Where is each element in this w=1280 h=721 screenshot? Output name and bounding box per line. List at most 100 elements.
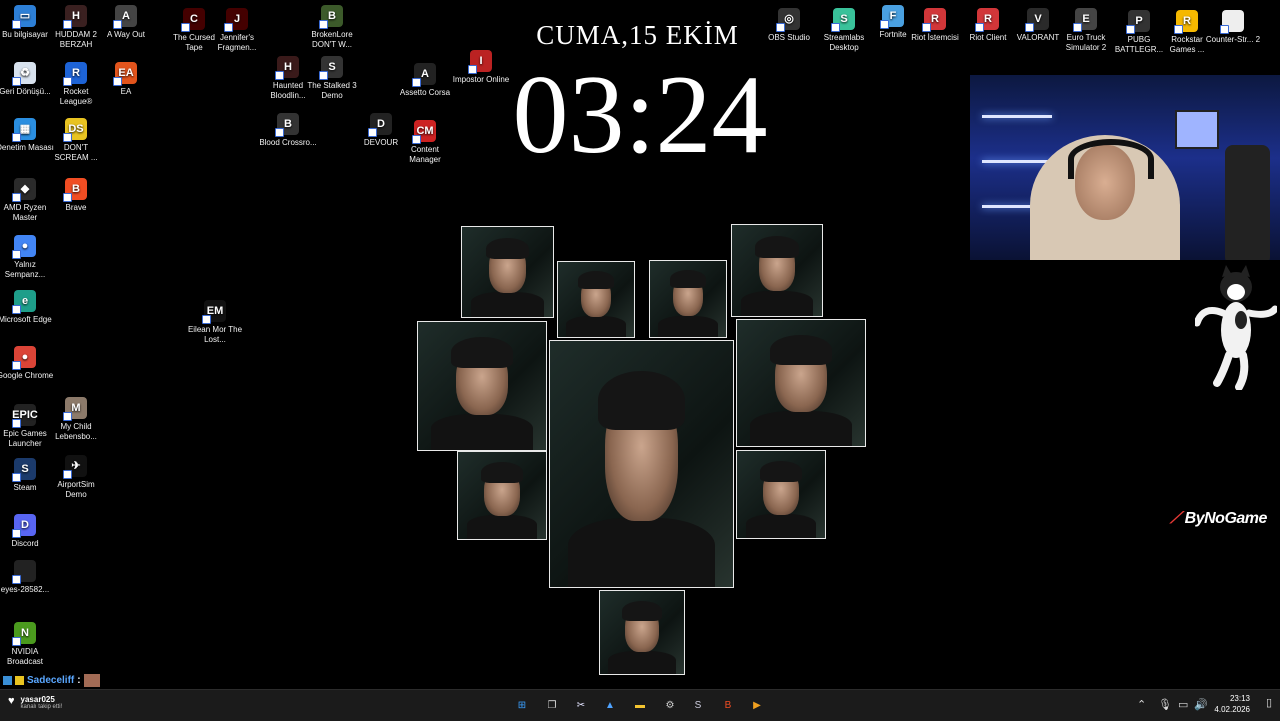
desktop-icon[interactable]: ▭ Bu bilgisayar [0,5,54,40]
desktop-icon[interactable]: B Brave [47,178,105,213]
file-icon [12,560,36,584]
desktop-icon[interactable]: Counter-Str... 2 [1204,10,1262,45]
desktop-icon-label: Denetim Masası [0,143,54,152]
steam-icon[interactable]: S [688,695,708,715]
brave-icon[interactable]: B [718,695,738,715]
photo-shirt [565,316,627,337]
brand-logo-text: ByNoGame [1184,510,1268,527]
desktop-icon[interactable]: ▦ Denetim Masası [0,118,54,153]
chat-emote [83,673,100,687]
file-explorer-icon[interactable]: ▬ [630,695,650,715]
led-shelf [982,115,1052,118]
streamlabs-icon: S [831,8,855,32]
desktop-icon-label: Discord [11,539,39,548]
chevron-up-icon[interactable]: ⌃ [1137,698,1146,711]
desktop-icon[interactable]: DS DON'T SCREAM ... [47,118,105,163]
desktop-icon-label: Google Chrome [0,371,54,380]
file-icon [1220,10,1244,34]
desktop-icon[interactable]: EA EA [97,62,155,97]
desktop-icon[interactable]: AA Way Out [97,5,155,40]
webcam-overlay [970,75,1280,260]
desktop-icon-label: Assetto Corsa [399,88,451,97]
desktop-icon[interactable]: ● Yalnız Sempanz... [0,235,54,280]
desktop-icon[interactable]: J Jennifer's Fragmen... [208,8,266,53]
game-icon: M [63,397,87,421]
settings-icon[interactable]: ⚙ [660,695,680,715]
desktop-icon[interactable]: ✈ AirportSim Demo [47,455,105,500]
chrome-icon: ● [12,235,36,259]
volume-icon[interactable]: 🔊 [1194,698,1208,711]
desktop-icon[interactable]: EPIC Epic Games Launcher [0,404,54,449]
amd-icon: ◆ [12,178,36,202]
desktop-icon-label: DON'T SCREAM ... [54,143,98,162]
photo-hair [770,335,832,366]
game-icon: C [181,8,205,32]
desktop-icon[interactable]: ♻ Geri Dönüşü... [0,62,54,97]
discord-icon: D [12,514,36,538]
desktop-icon[interactable]: CM Content Manager [396,120,454,165]
desktop-icon[interactable]: EM Eilean Mor The Lost... [186,300,244,345]
photos-icon[interactable]: ▲ [600,695,620,715]
desktop-icon-label: NVIDIA Broadcast [6,647,44,666]
snipping-tool-icon[interactable]: ✂ [571,695,591,715]
desktop-icon-label: Brave [65,203,87,212]
heart-icon: ♥ [8,695,15,707]
chrome-icon: ● [12,346,36,370]
desktop-icon[interactable]: e Microsoft Edge [0,290,54,325]
desktop-icon-label: Jennifer's Fragmen... [217,33,257,52]
desktop-icon-label: BrokenLore DON'T W... [311,30,353,49]
collage-photo [557,261,635,338]
desktop-icon[interactable]: M My Child Lebensbo... [47,397,105,442]
desktop-icon-label: Counter-Str... 2 [1205,35,1261,44]
desktop-icon[interactable]: A Assetto Corsa [396,63,454,98]
desktop-icon-label: The Stalked 3 Demo [307,81,357,100]
bynogame-mark-icon: ⟋ [1170,510,1185,527]
desktop-icon-label: Content Manager [409,145,441,164]
photo-shirt [430,414,534,450]
photo-hair [485,237,530,260]
clock-widget-date: CUMA,15 EKİM [536,20,739,50]
collage-photo [549,340,734,588]
desktop-icon[interactable]: ● Google Chrome [0,346,54,381]
collage-photo [457,451,547,540]
game-icon: S [319,56,343,80]
photo-hair [755,235,799,258]
microphone-icon[interactable]: 🎙 [1158,698,1172,711]
taskbar: ♥ yasar025 kanalı takip etti! ⊞ ❐ ✂ ▲ ▬ ⚙ S B ▶ … [0,689,1280,721]
desktop-icon[interactable]: S The Stalked 3 Demo [303,56,361,101]
network-icon[interactable]: ▭ [1178,698,1188,711]
epic-games-icon: EPIC [12,404,38,428]
desktop-icon[interactable]: eyes-28582... [0,560,54,595]
photo-hair [577,271,615,289]
desktop-icon-label: Microsoft Edge [0,315,52,324]
collage-photo [649,260,727,338]
game-icon: DS [63,118,87,142]
desktop-icon-label: Geri Dönüşü... [0,87,51,96]
game-icon: J [224,8,248,32]
desktop-icon[interactable]: S Steam [0,458,54,493]
task-view-icon[interactable]: ❐ [542,695,562,715]
taskbar-clock[interactable]: 23:13 4.02.2026 [1214,693,1250,715]
game-icon: H [63,5,87,29]
desktop-icon[interactable]: B Blood Crossro... [259,113,317,148]
desktop-icon[interactable]: D Discord [0,514,54,549]
game-icon: I [468,50,492,74]
desktop-icon-label: Epic Games Launcher [3,429,47,448]
windows-start-icon[interactable]: ⊞ [512,695,532,715]
headset-icon [1068,139,1154,179]
desktop-icon[interactable]: ◆ AMD Ryzen Master [0,178,54,223]
steam-icon: S [12,458,36,482]
chat-separator: : [77,674,81,686]
desktop-icon[interactable]: R Riot İstemcisi [906,8,964,43]
photo-shirt [749,410,853,446]
taskbar-date: 4.02.2026 [1214,705,1250,714]
desktop-icon[interactable]: B BrokenLore DON'T W... [303,5,361,50]
desktop-icon-label: AMD Ryzen Master [3,203,47,222]
photo-shirt [745,513,817,538]
desktop-icon[interactable]: E Euro Truck Simulator 2 [1057,8,1115,53]
taskbar-time: 23:13 [1229,694,1250,703]
media-icon[interactable]: ▶ [747,695,767,715]
notification-bell-icon[interactable]: ▯ [1266,696,1272,709]
desktop-icon[interactable]: N NVIDIA Broadcast [0,622,54,667]
photo-shirt [568,518,715,587]
